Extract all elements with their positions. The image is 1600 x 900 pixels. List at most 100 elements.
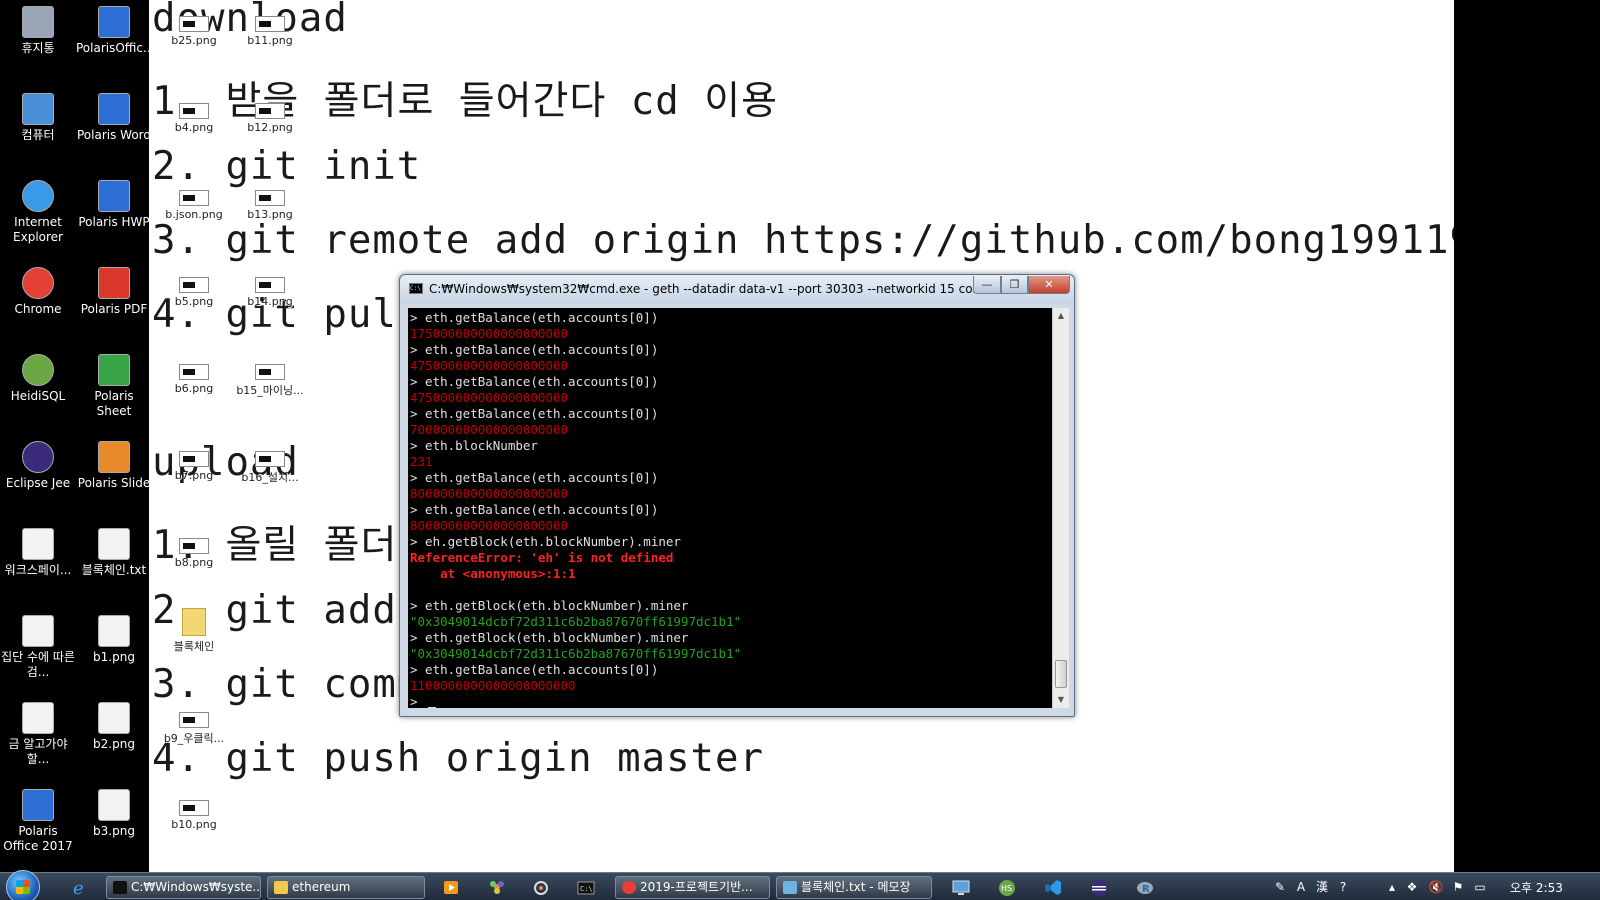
desktop-png-file[interactable]: b5.png — [156, 277, 232, 308]
desktop-png-file[interactable]: b8.png — [156, 538, 232, 569]
desktop-folder-icon[interactable]: 블록체인 — [156, 608, 232, 654]
cmd-console-output[interactable]: > eth.getBalance(eth.accounts[0]) 1750000… — [408, 308, 1052, 708]
console-line: "0x3049014dcbf72d311c6b2ba87670ff61997dc… — [410, 646, 742, 661]
taskbar-eclipse-icon[interactable] — [1088, 877, 1110, 898]
desktop-icon-polaris-sheet[interactable]: Polaris Sheet — [76, 348, 152, 419]
cmd-scrollbar[interactable]: ▲ ▼ — [1052, 308, 1069, 708]
eclipse-icon — [22, 441, 54, 473]
image-file-icon — [98, 789, 130, 821]
desktop-png-file[interactable]: b12.png — [232, 103, 308, 134]
volume-muted-icon[interactable]: 🔇 — [1428, 879, 1444, 895]
notepad-line-u4: 4. git push origin master — [152, 736, 764, 781]
desktop-icon-text-file[interactable]: 블록체인.txt — [76, 522, 152, 578]
console-line: 800000000000000000000 — [410, 518, 569, 533]
console-line: 800000000000000000000 — [410, 486, 569, 501]
taskbar-ie-icon[interactable]: e — [70, 877, 92, 899]
taskbar: e C:₩Windows₩syste... ethereum C:\ 2019-… — [0, 870, 1600, 900]
maximize-button[interactable]: ❐ — [1001, 276, 1028, 294]
start-button[interactable] — [6, 870, 40, 900]
scrollbar-thumb[interactable] — [1055, 660, 1067, 688]
console-line: > eth.getBalance(eth.accounts[0]) — [410, 502, 659, 517]
image-file-icon — [98, 702, 130, 734]
desktop-icon-polaris-word[interactable]: Polaris Word — [76, 87, 152, 143]
show-hidden-icons-icon[interactable]: ▴ — [1384, 879, 1400, 895]
desktop-icon-computer[interactable]: 컴퓨터 — [0, 87, 76, 143]
desktop-icon-polaris-office-2017[interactable]: Polaris Office 2017 — [0, 783, 76, 854]
desktop-png-file[interactable]: b.json.png — [156, 190, 232, 221]
console-line: > eth.getBalance(eth.accounts[0]) — [410, 406, 659, 421]
desktop-icon-recycle-bin[interactable]: 휴지통 — [0, 0, 76, 56]
network-tray-icon[interactable]: ▭ — [1472, 879, 1488, 895]
desktop-icon-text-file[interactable]: 워크스페이... — [0, 522, 76, 578]
desktop-icon-polaris-office[interactable]: PolarisOffic... — [76, 0, 154, 56]
desktop-icon-polaris-pdf[interactable]: Polaris PDF — [76, 261, 152, 317]
dropbox-icon[interactable]: ❖ — [1404, 879, 1420, 895]
console-line: 700000000000000000000 — [410, 422, 569, 437]
taskbar-vscode-icon[interactable] — [1042, 877, 1064, 898]
image-file-icon — [255, 103, 285, 119]
desktop-png-file[interactable]: b4.png — [156, 103, 232, 134]
help-icon[interactable]: ? — [1335, 879, 1351, 895]
notepad-line-2: 2. git init — [152, 144, 422, 189]
desktop-png-file[interactable]: b10.png — [156, 800, 232, 831]
cmd-titlebar[interactable]: C:\ C:₩Windows₩system32₩cmd.exe - geth -… — [400, 275, 1074, 303]
taskbar-ethereum-folder[interactable]: ethereum — [267, 876, 425, 899]
desktop-png-file[interactable]: b9_우클릭... — [156, 712, 232, 746]
scroll-up-arrow-icon[interactable]: ▲ — [1053, 308, 1069, 324]
desktop-icon-internet-explorer[interactable]: Internet Explorer — [0, 174, 76, 245]
desktop-icon-chrome[interactable]: Chrome — [0, 261, 76, 317]
console-line: > eth.getBalance(eth.accounts[0]) — [410, 470, 659, 485]
desktop-png-file[interactable]: b7.png — [156, 451, 232, 482]
file-label: b25.png — [171, 34, 217, 47]
chrome-icon — [622, 881, 636, 894]
desktop-icon-image-file[interactable]: 집단 수에 따른 검... — [0, 609, 76, 680]
ime-mode-icon[interactable]: A — [1293, 879, 1309, 895]
taskbar-cmd[interactable]: C:₩Windows₩syste... — [106, 876, 261, 899]
taskbar-r-icon[interactable]: R — [1134, 877, 1156, 898]
desktop-icon-label: Eclipse Jee — [5, 476, 71, 490]
taskbar-chrome[interactable]: 2019-프로젝트기반... — [615, 876, 770, 899]
computer-icon — [22, 93, 54, 125]
hanja-icon[interactable]: 漢 — [1314, 879, 1330, 895]
console-line: 1100000000000000000000 — [410, 678, 576, 693]
scroll-down-arrow-icon[interactable]: ▼ — [1053, 692, 1069, 708]
desktop-icon-image-file[interactable]: b3.png — [76, 783, 152, 839]
image-file-icon — [179, 712, 209, 728]
action-center-flag-icon[interactable]: ⚑ — [1450, 879, 1466, 895]
svg-text:e: e — [73, 878, 84, 898]
taskbar-network-icon[interactable] — [530, 877, 552, 898]
taskbar-pinwheel-icon[interactable] — [486, 877, 508, 898]
minimize-button[interactable]: — — [973, 276, 1001, 294]
file-label: b5.png — [174, 295, 214, 308]
cmd-icon: C:\ — [409, 283, 423, 294]
desktop-png-file[interactable]: b15_마이닝... — [232, 364, 308, 398]
cmd-window[interactable]: C:\ C:₩Windows₩system32₩cmd.exe - geth -… — [399, 274, 1075, 717]
desktop-png-file[interactable]: b14.png — [232, 277, 308, 308]
desktop-icon-image-file[interactable]: b2.png — [76, 696, 152, 752]
desktop-png-file[interactable]: b11.png — [232, 16, 308, 47]
desktop-png-file[interactable]: b16_설치... — [232, 451, 308, 485]
desktop-icon-label: 집단 수에 따른 검... — [1, 650, 75, 679]
desktop-png-file[interactable]: b6.png — [156, 364, 232, 395]
close-button[interactable]: ✕ — [1028, 276, 1070, 294]
clock[interactable]: 오후 2:53 — [1510, 879, 1563, 896]
console-line: > eth.getBalance(eth.accounts[0]) — [410, 342, 659, 357]
desktop-icon-image-file[interactable]: b1.png — [76, 609, 152, 665]
taskbar-notepad[interactable]: 블록체인.txt - 메모장 — [776, 876, 932, 899]
desktop-icon-polaris-slide[interactable]: Polaris Slide — [76, 435, 152, 491]
desktop-icon-label: b1.png — [93, 650, 135, 664]
taskbar-heidisql-icon[interactable]: HS — [996, 877, 1018, 898]
taskbar-remote-desktop-icon[interactable] — [950, 877, 972, 898]
svg-text:R: R — [1142, 884, 1150, 895]
desktop-icon-text-file[interactable]: 금 알고가야할... — [0, 696, 76, 767]
desktop-icon-heidisql[interactable]: HeidiSQL — [0, 348, 76, 404]
language-bar-icon[interactable]: ✎ — [1272, 879, 1288, 895]
desktop-png-file[interactable]: b13.png — [232, 190, 308, 221]
desktop-icon-polaris-hwp[interactable]: Polaris HWP — [76, 174, 152, 230]
taskbar-media-player-icon[interactable] — [440, 877, 462, 898]
desktop-png-file[interactable]: b25.png — [156, 16, 232, 47]
desktop-icon-eclipse[interactable]: Eclipse Jee — [0, 435, 76, 491]
image-file-icon — [179, 277, 209, 293]
taskbar-terminal-icon[interactable]: C:\ — [575, 877, 597, 898]
file-label: b12.png — [247, 121, 293, 134]
